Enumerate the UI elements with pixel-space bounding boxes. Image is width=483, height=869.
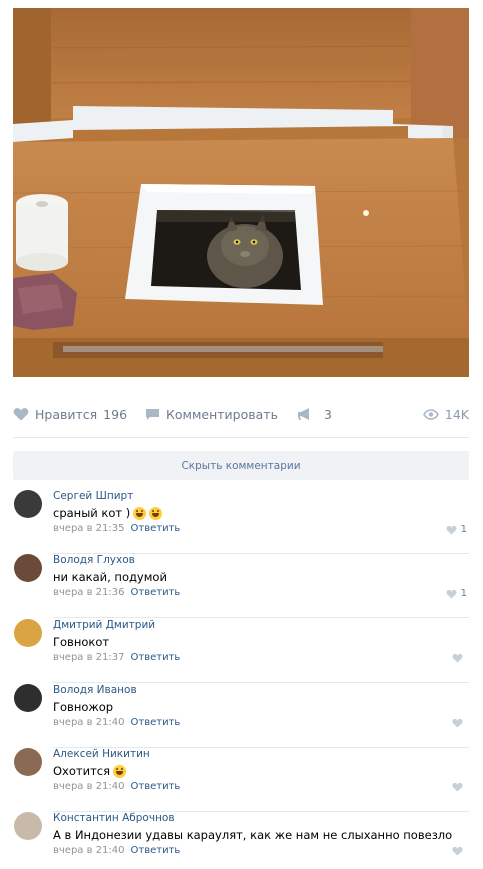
smiling-emoji — [113, 764, 127, 778]
comment-author[interactable]: Алексей Никитин — [53, 748, 150, 760]
views-count: 14K — [444, 406, 469, 422]
comment-like-button[interactable] — [452, 718, 467, 728]
heart-icon — [452, 653, 463, 663]
reply-button[interactable]: Ответить — [131, 781, 181, 792]
comment-text: Говнокот — [53, 635, 109, 649]
comment-like-button[interactable]: 1 — [446, 588, 467, 599]
comment-like-button[interactable] — [452, 782, 467, 792]
comment-button[interactable]: Комментировать — [145, 407, 278, 422]
share-button[interactable]: 3 — [296, 407, 332, 422]
heart-icon — [452, 718, 463, 728]
heart-icon — [446, 589, 457, 598]
comment-meta: вчера в 21:35 Ответить — [53, 523, 180, 534]
reply-button[interactable]: Ответить — [131, 717, 181, 728]
comment-item: Володя Глухов ни какай, подумой вчера в 21… — [13, 554, 469, 618]
share-count: 3 — [323, 406, 332, 422]
comment-author[interactable]: Сергей Шпирт — [53, 490, 133, 502]
comment-time[interactable]: вчера в 21:35 — [53, 523, 125, 534]
comment-icon — [146, 408, 160, 420]
comment-separator — [53, 682, 469, 683]
reply-button[interactable]: Ответить — [131, 523, 181, 534]
hide-comments-button[interactable]: Скрыть комментарии — [13, 451, 469, 480]
comment-separator — [53, 617, 469, 618]
avatar[interactable] — [14, 748, 42, 776]
eye-icon — [422, 408, 439, 420]
comment-item: Сергей Шпирт сраный кот ) вчера в 21:35 Отв… — [13, 490, 469, 554]
heart-icon — [13, 408, 29, 421]
comment-text-content: Охотится — [53, 764, 111, 778]
post-photo[interactable] — [13, 8, 469, 377]
comment-item: Дмитрий Дмитрий Говнокот вчера в 21:37 Отве… — [13, 619, 469, 683]
reply-button[interactable]: Ответить — [131, 587, 181, 598]
like-label: Нравится — [35, 406, 98, 422]
like-button[interactable]: Нравится 196 — [13, 407, 127, 422]
comment-meta: вчера в 21:40 Ответить — [53, 781, 180, 792]
comment-time[interactable]: вчера в 21:40 — [53, 717, 125, 728]
comment-like-button[interactable]: 1 — [446, 524, 467, 535]
comment-meta: вчера в 21:40 Ответить — [53, 717, 180, 728]
comment-text-content: сраный кот ) — [53, 506, 131, 520]
avatar[interactable] — [14, 684, 42, 712]
heart-icon — [446, 525, 457, 534]
comment-text-content: Говнокот — [53, 635, 110, 649]
comment-text-content: ни какай, подумой — [53, 570, 167, 584]
comment-text: А в Индонезии удавы караулят, как же нам… — [53, 828, 452, 842]
post-actions: Нравится 196 Комментировать 3 14K — [13, 400, 469, 428]
comment-meta: вчера в 21:40 Ответить — [53, 845, 180, 856]
comment-item: Володя Иванов Говножор вчера в 21:40 Ответи… — [13, 684, 469, 748]
comment-text: ни какай, подумой — [53, 570, 167, 584]
comment-author[interactable]: Дмитрий Дмитрий — [53, 619, 155, 631]
reply-button[interactable]: Ответить — [131, 845, 181, 856]
comment-meta: вчера в 21:36 Ответить — [53, 587, 180, 598]
reply-button[interactable]: Ответить — [131, 652, 181, 663]
heart-icon — [452, 846, 463, 856]
views-counter: 14K — [422, 406, 469, 422]
like-count: 196 — [103, 406, 128, 422]
comment-text-content: Говножор — [53, 700, 114, 714]
comment-time[interactable]: вчера в 21:40 — [53, 845, 125, 856]
comment-text: сраный кот ) — [53, 506, 163, 520]
comment-meta: вчера в 21:37 Ответить — [53, 652, 180, 663]
avatar[interactable] — [14, 554, 42, 582]
comment-label: Комментировать — [166, 406, 278, 422]
heart-icon — [452, 782, 463, 792]
comment-author[interactable]: Константин Аброчнов — [53, 812, 175, 824]
avatar[interactable] — [14, 490, 42, 518]
comment-like-count: 1 — [460, 524, 467, 535]
comment-text: Охотится — [53, 764, 127, 778]
comment-like-count: 1 — [460, 588, 467, 599]
comment-item: Константин Аброчнов А в Индонезии удавы к… — [13, 812, 469, 869]
comment-time[interactable]: вчера в 21:36 — [53, 587, 125, 598]
comment-text: Говножор — [53, 700, 113, 714]
comment-like-button[interactable] — [452, 653, 467, 663]
laughing-emoji — [133, 506, 147, 520]
comment-author[interactable]: Володя Глухов — [53, 554, 135, 566]
avatar[interactable] — [14, 812, 42, 840]
comment-item: Алексей Никитин Охотится вчера в 21:40 Отве… — [13, 748, 469, 812]
comment-time[interactable]: вчера в 21:37 — [53, 652, 125, 663]
megaphone-icon — [297, 408, 309, 420]
divider — [13, 437, 469, 438]
avatar[interactable] — [14, 619, 42, 647]
comment-like-button[interactable] — [452, 846, 467, 856]
comment-text-content: А в Индонезии удавы караулят, как же нам… — [53, 828, 453, 842]
laughing-emoji — [149, 506, 163, 520]
cat-in-toilet-hole-photo — [13, 8, 469, 377]
comment-time[interactable]: вчера в 21:40 — [53, 781, 125, 792]
comment-author[interactable]: Володя Иванов — [53, 684, 137, 696]
